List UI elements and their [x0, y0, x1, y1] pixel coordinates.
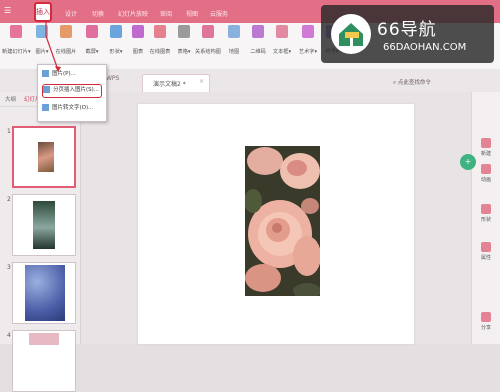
menu-item-picture-label: 图片(P)...: [52, 71, 76, 77]
tab-cloud[interactable]: 云服务: [210, 9, 228, 18]
tab-outline[interactable]: 大纲: [5, 95, 16, 103]
online-picture-icon: [60, 25, 72, 38]
sidebar-animation[interactable]: 动画: [475, 164, 497, 183]
sidebar-shape[interactable]: 形状: [475, 204, 497, 223]
right-sidebar: + 新建 动画 形状 属性 分享: [460, 92, 500, 344]
slide-number: 1: [7, 128, 11, 135]
tab-document-label: 演示文稿2 *: [153, 81, 186, 88]
ribbon-online-picture-button[interactable]: 在线图片: [52, 25, 80, 55]
online-chart-icon: [154, 25, 166, 38]
slide-thumbnail-1[interactable]: [12, 126, 76, 188]
sidebar-properties[interactable]: 属性: [475, 242, 497, 261]
word-art-icon: [302, 25, 314, 38]
editing-canvas: [81, 92, 471, 344]
slide-number: 2: [7, 196, 11, 203]
home-button[interactable]: ☰: [4, 6, 26, 18]
tab-insert-label: 插入: [36, 8, 50, 16]
rose-photo[interactable]: [245, 146, 320, 296]
picture-dropdown-menu: 图片(P)... 分页插入图片(S)... 图片转文字(O)...: [37, 64, 107, 122]
sidebar-new[interactable]: 新建: [475, 138, 497, 157]
flower-thumbnail: [29, 333, 59, 345]
pages-icon: [43, 86, 50, 93]
text-box-icon: [276, 25, 288, 38]
share-icon: [481, 312, 491, 322]
sidebar-share[interactable]: 分享: [475, 312, 497, 331]
new-slide-icon: [10, 25, 22, 38]
ribbon-new-slide-button[interactable]: 新建幻灯片▾: [2, 25, 31, 55]
sidebar-animation-label: 动画: [480, 177, 491, 183]
search-icon: ⌕: [393, 80, 397, 86]
tab-insert[interactable]: 插入: [34, 2, 52, 22]
menu-item-picture[interactable]: 图片(P)...: [42, 69, 102, 81]
properties-icon: [481, 242, 491, 252]
menu-item-insert-by-page-label: 分页插入图片(S)...: [53, 87, 100, 93]
tab-document[interactable]: 演示文稿2 * ×: [142, 74, 210, 93]
picture-icon: [42, 70, 49, 77]
sidebar-new-label: 新建: [480, 151, 491, 157]
ribbon-online-picture-label: 在线图片: [55, 49, 77, 55]
screenshot-icon: [86, 25, 98, 38]
shape-icon: [110, 25, 122, 38]
tab-slideshow[interactable]: 幻灯片放映: [118, 9, 148, 18]
watermark-title: 66导航: [377, 20, 437, 40]
sidebar-shape-label: 形状: [480, 217, 491, 223]
tab-wps[interactable]: WPS: [106, 75, 136, 89]
hydrangea-thumbnail: [25, 265, 65, 321]
rose-thumbnail: [38, 142, 54, 172]
menu-icon: ☰: [4, 6, 12, 15]
table-icon: [178, 25, 190, 38]
shape-icon: [481, 204, 491, 214]
plus-icon[interactable]: +: [460, 154, 476, 170]
ribbon-relation-chart-button[interactable]: 关系结构图: [194, 25, 222, 55]
flower-thumbnail: [33, 201, 55, 249]
slide-number: 3: [7, 264, 11, 271]
slide-thumbnail-4[interactable]: [12, 330, 76, 392]
qr-code-icon: [252, 25, 264, 38]
slide[interactable]: [138, 104, 414, 344]
text-icon: [42, 104, 49, 111]
menu-item-picture-to-text-label: 图片转文字(O)...: [52, 105, 94, 111]
tab-transitions[interactable]: 切换: [92, 9, 104, 18]
command-search-placeholder: 点此查找命令: [397, 80, 431, 86]
signpost-icon: [332, 15, 370, 53]
tab-review[interactable]: 审阅: [160, 9, 172, 18]
slide-panel: 大纲 幻灯片 1 2 3 4: [0, 92, 81, 392]
command-search[interactable]: ⌕ 点此查找命令: [393, 78, 469, 87]
watermark: 66导航 66DAOHAN.COM: [321, 5, 494, 63]
ribbon-text-box-button[interactable]: 文本框▾: [268, 25, 296, 55]
slide-thumbnail-3[interactable]: [12, 262, 76, 324]
close-icon[interactable]: ×: [199, 78, 204, 85]
watermark-domain: 66DAOHAN.COM: [383, 42, 467, 53]
picture-icon: [36, 25, 48, 38]
new-icon: [481, 138, 491, 148]
ribbon-new-slide-label: 新建幻灯片▾: [2, 49, 31, 55]
tab-view[interactable]: 视图: [186, 9, 198, 18]
slide-thumbnail-2[interactable]: [12, 194, 76, 256]
sidebar-share-label: 分享: [480, 325, 491, 331]
animation-icon: [481, 164, 491, 174]
menu-item-insert-by-page[interactable]: 分页插入图片(S)...: [42, 84, 102, 98]
watermark-logo: [331, 14, 371, 54]
chart-icon: [132, 25, 144, 38]
rose-image: [245, 146, 320, 296]
tab-design[interactable]: 设计: [65, 9, 77, 18]
ribbon-text-box-label: 文本框▾: [272, 49, 292, 55]
relation-chart-icon: [202, 25, 214, 38]
sidebar-properties-label: 属性: [480, 255, 491, 261]
menu-item-picture-to-text[interactable]: 图片转文字(O)...: [42, 103, 102, 115]
map-icon: [228, 25, 240, 38]
slide-number: 4: [7, 332, 11, 339]
ribbon-relation-chart-label: 关系结构图: [195, 49, 221, 55]
